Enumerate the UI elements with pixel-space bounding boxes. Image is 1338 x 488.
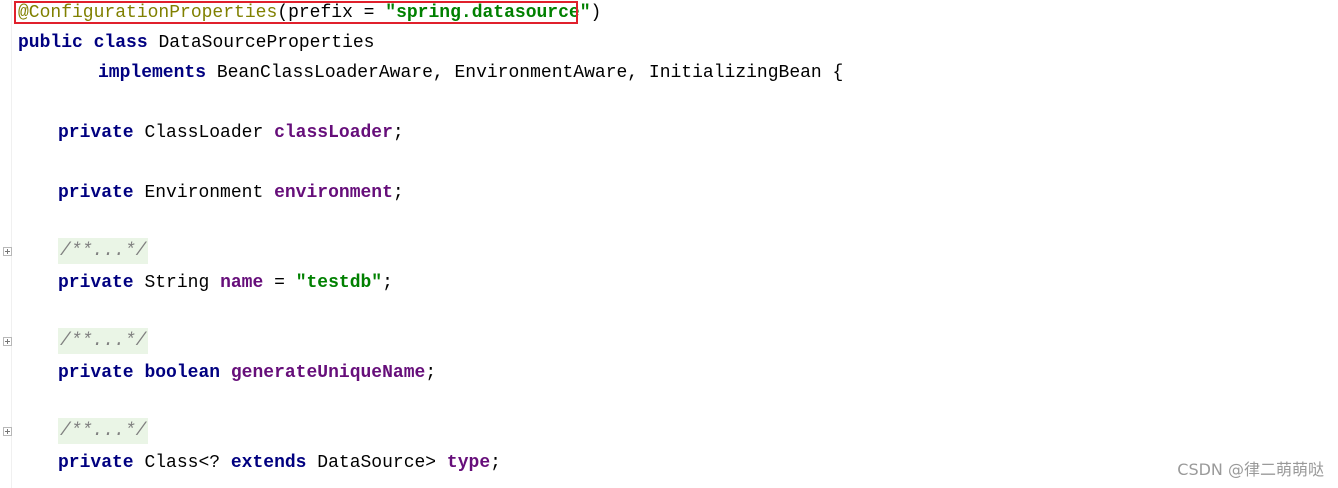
folded-comment-line: /**...*/ — [58, 236, 149, 266]
fold-expand-icon[interactable] — [3, 337, 12, 346]
keyword-implements: implements — [98, 63, 207, 83]
semicolon: ; — [382, 273, 393, 293]
field-type: String — [144, 273, 210, 293]
highlight-box — [14, 1, 578, 24]
field-line-name: private String name = "testdb"; — [58, 268, 393, 298]
implements-line: implements BeanClassLoaderAware, Environ… — [98, 58, 843, 88]
class-declaration-line: public class DataSourceProperties — [18, 28, 375, 58]
field-type: ClassLoader — [144, 123, 264, 143]
keyword-private: private — [58, 363, 134, 383]
keyword-private: private — [58, 123, 134, 143]
keyword-extends: extends — [230, 453, 307, 473]
field-line-generateuniquename: private boolean generateUniqueName; — [58, 358, 436, 388]
folded-comment[interactable]: /**...*/ — [58, 238, 149, 264]
field-line-classloader: private ClassLoader classLoader; — [58, 118, 404, 148]
watermark: CSDN @律二萌萌哒 — [1177, 460, 1324, 479]
folded-comment[interactable]: /**...*/ — [58, 328, 149, 354]
semicolon: ; — [392, 183, 404, 203]
semicolon: ; — [490, 453, 501, 473]
field-name: name — [220, 273, 264, 293]
field-name: environment — [274, 183, 393, 203]
interfaces-list: BeanClassLoaderAware, EnvironmentAware, … — [206, 63, 844, 83]
field-type: Environment — [144, 183, 264, 203]
folded-comment-line: /**...*/ — [58, 326, 149, 356]
field-type-suffix: DataSource> — [306, 453, 447, 473]
gutter — [11, 0, 12, 488]
fold-expand-icon[interactable] — [3, 247, 12, 256]
keyword-public: public — [18, 33, 83, 53]
keyword-private: private — [58, 183, 134, 203]
keyword-class: class — [93, 33, 148, 53]
class-name: DataSourceProperties — [158, 33, 375, 53]
field-name: generateUniqueName — [230, 363, 426, 383]
semicolon: ; — [425, 363, 437, 383]
fold-expand-icon[interactable] — [3, 427, 12, 436]
code-editor[interactable]: @ConfigurationProperties(prefix = "sprin… — [0, 0, 1338, 488]
semicolon: ; — [392, 123, 404, 143]
keyword-private: private — [58, 273, 134, 293]
keyword-private: private — [58, 453, 134, 473]
field-line-environment: private Environment environment; — [58, 178, 404, 208]
field-name: classLoader — [274, 123, 393, 143]
folded-comment-line: /**...*/ — [58, 416, 149, 446]
field-line-type: private Class<? extends DataSource> type… — [58, 448, 501, 478]
field-type: Class<? — [144, 453, 231, 473]
keyword-boolean: boolean — [144, 363, 221, 383]
folded-comment[interactable]: /**...*/ — [58, 418, 149, 444]
string-literal: "testdb" — [295, 273, 383, 293]
assign-operator: = — [263, 273, 296, 293]
field-name: type — [446, 453, 491, 473]
annotation-close-paren: ) — [590, 3, 602, 23]
